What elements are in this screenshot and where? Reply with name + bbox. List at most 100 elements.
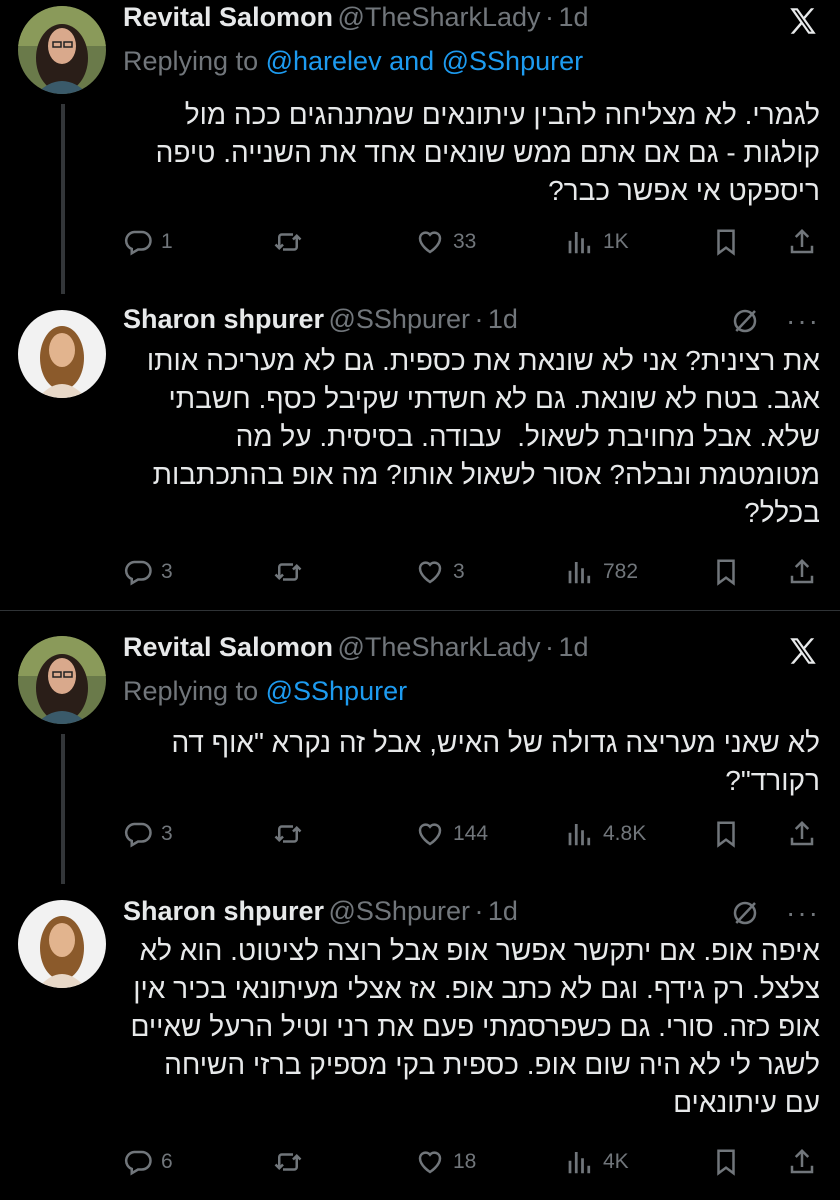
heart-icon bbox=[415, 819, 445, 849]
repost-icon bbox=[273, 1147, 303, 1177]
reply-button[interactable]: 3 bbox=[123, 816, 173, 852]
action-bar: 1 33 1K bbox=[123, 224, 820, 264]
replying-to: Replying to @SShpurer bbox=[123, 676, 407, 707]
divider bbox=[0, 610, 840, 611]
reply-icon bbox=[123, 1147, 153, 1177]
avatar[interactable] bbox=[18, 900, 106, 988]
bookmark-icon bbox=[711, 819, 741, 849]
repost-button[interactable] bbox=[273, 554, 311, 590]
x-logo-icon bbox=[786, 634, 820, 668]
author-name[interactable]: Revital Salomon bbox=[123, 632, 333, 662]
replying-prefix: Replying to bbox=[123, 46, 259, 76]
action-bar: 3 144 4.8K bbox=[123, 816, 820, 856]
share-icon bbox=[787, 557, 817, 587]
replying-to: Replying to @harelev and @SShpurer bbox=[123, 46, 583, 77]
like-button[interactable]: 3 bbox=[415, 554, 465, 590]
like-count: 33 bbox=[453, 230, 477, 253]
repost-icon bbox=[273, 227, 303, 257]
heart-icon bbox=[415, 557, 445, 587]
bookmark-button[interactable] bbox=[711, 1144, 749, 1180]
tweet-header: Sharon shpurer @SShpurer · 1d bbox=[123, 896, 820, 936]
replying-to-link[interactable]: @SShpurer bbox=[266, 676, 407, 706]
repost-button[interactable] bbox=[273, 224, 311, 260]
bookmark-button[interactable] bbox=[711, 816, 749, 852]
thread-line bbox=[61, 734, 65, 884]
tweet-header: Revital Salomon @TheSharkLady · 1d bbox=[123, 2, 820, 42]
x-logo-icon bbox=[786, 4, 820, 38]
views-button[interactable]: 782 bbox=[565, 554, 638, 590]
author-name[interactable]: Revital Salomon bbox=[123, 2, 333, 32]
repost-button[interactable] bbox=[273, 816, 311, 852]
separator: · bbox=[474, 896, 484, 926]
share-icon bbox=[787, 227, 817, 257]
like-button[interactable]: 18 bbox=[415, 1144, 476, 1180]
author-handle[interactable]: @TheSharkLady bbox=[338, 632, 541, 662]
author-handle[interactable]: @SShpurer bbox=[329, 896, 470, 926]
views-button[interactable]: 4K bbox=[565, 1144, 629, 1180]
bookmark-button[interactable] bbox=[711, 224, 749, 260]
repost-icon bbox=[273, 557, 303, 587]
views-icon bbox=[565, 1147, 595, 1177]
reply-icon bbox=[123, 819, 153, 849]
timestamp[interactable]: 1d bbox=[558, 632, 588, 662]
reply-button[interactable]: 3 bbox=[123, 554, 173, 590]
timestamp[interactable]: 1d bbox=[558, 2, 588, 32]
bookmark-button[interactable] bbox=[711, 554, 749, 590]
share-button[interactable] bbox=[787, 1144, 825, 1180]
tweet-text: איפה אופ. אם יתקשר אפשר אופ אבל רוצה לצי… bbox=[130, 935, 820, 1118]
separator: · bbox=[544, 2, 554, 32]
reply-count: 3 bbox=[161, 822, 173, 845]
bookmark-icon bbox=[711, 557, 741, 587]
views-icon bbox=[565, 557, 595, 587]
share-button[interactable] bbox=[787, 816, 825, 852]
share-button[interactable] bbox=[787, 224, 825, 260]
author-name[interactable]: Sharon shpurer bbox=[123, 304, 324, 334]
tweet-top-icons: ··· bbox=[730, 898, 820, 928]
repost-button[interactable] bbox=[273, 1144, 311, 1180]
views-icon bbox=[565, 819, 595, 849]
reply-icon bbox=[123, 227, 153, 257]
mute-icon[interactable] bbox=[730, 898, 760, 928]
separator: · bbox=[544, 632, 554, 662]
reply-count: 1 bbox=[161, 230, 173, 253]
mute-icon[interactable] bbox=[730, 306, 760, 336]
avatar[interactable] bbox=[18, 636, 106, 724]
bookmark-icon bbox=[711, 1147, 741, 1177]
tweet-text: לגמרי. לא מצליחה להבין עיתונאים שמתנהגים… bbox=[155, 99, 820, 206]
author-handle[interactable]: @SShpurer bbox=[329, 304, 470, 334]
reply-button[interactable]: 1 bbox=[123, 224, 173, 260]
like-count: 3 bbox=[453, 560, 465, 583]
reply-count: 3 bbox=[161, 560, 173, 583]
tweet-text: את רצינית? אני לא שונאת את כספית. גם לא … bbox=[146, 345, 820, 528]
timestamp[interactable]: 1d bbox=[488, 896, 518, 926]
views-icon bbox=[565, 227, 595, 257]
tweet-top-icons: ··· bbox=[730, 306, 820, 336]
avatar[interactable] bbox=[18, 310, 106, 398]
replying-prefix: Replying to bbox=[123, 676, 259, 706]
like-button[interactable]: 33 bbox=[415, 224, 476, 260]
more-icon[interactable]: ··· bbox=[786, 899, 820, 927]
action-bar: 3 3 782 bbox=[123, 554, 820, 594]
tweet-text: לא שאני מעריצה גדולה של האיש, אבל זה נקר… bbox=[171, 727, 820, 796]
like-button[interactable]: 144 bbox=[415, 816, 488, 852]
tweet-header: Revital Salomon @TheSharkLady · 1d bbox=[123, 632, 820, 672]
heart-icon bbox=[415, 1147, 445, 1177]
tweet-header: Sharon shpurer @SShpurer · 1d bbox=[123, 304, 820, 344]
reply-count: 6 bbox=[161, 1150, 173, 1173]
reply-button[interactable]: 6 bbox=[123, 1144, 173, 1180]
views-button[interactable]: 4.8K bbox=[565, 816, 646, 852]
views-count: 782 bbox=[603, 560, 639, 583]
share-button[interactable] bbox=[787, 554, 825, 590]
reply-icon bbox=[123, 557, 153, 587]
more-icon[interactable]: ··· bbox=[786, 307, 820, 335]
share-icon bbox=[787, 819, 817, 849]
bookmark-icon bbox=[711, 227, 741, 257]
author-name[interactable]: Sharon shpurer bbox=[123, 896, 324, 926]
replying-to-link[interactable]: @harelev and @SShpurer bbox=[266, 46, 584, 76]
views-button[interactable]: 1K bbox=[565, 224, 629, 260]
like-count: 18 bbox=[453, 1150, 477, 1173]
timestamp[interactable]: 1d bbox=[488, 304, 518, 334]
avatar[interactable] bbox=[18, 6, 106, 94]
author-handle[interactable]: @TheSharkLady bbox=[338, 2, 541, 32]
repost-icon bbox=[273, 819, 303, 849]
